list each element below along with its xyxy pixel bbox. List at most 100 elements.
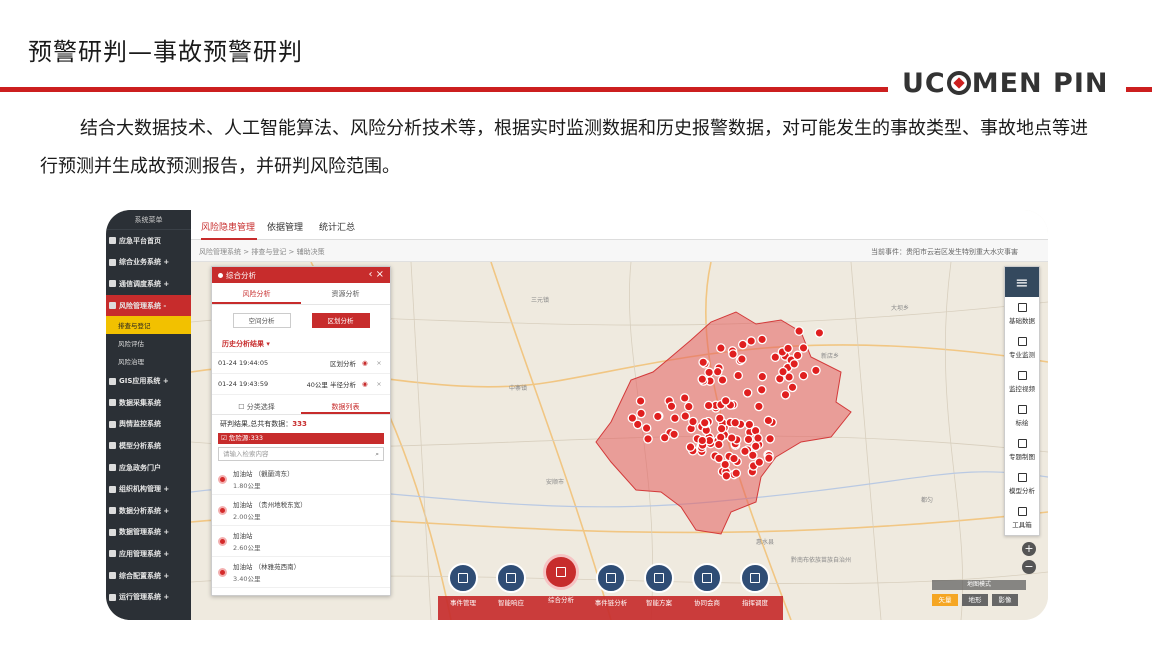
hazard-marker[interactable]	[783, 343, 793, 354]
submenu-risk-govern[interactable]: 风险治理	[106, 352, 191, 370]
hazard-marker[interactable]	[730, 417, 741, 428]
map-mode-imagery[interactable]: 影像	[992, 594, 1018, 606]
hazard-marker[interactable]	[814, 328, 825, 338]
menu-item-risk[interactable]: 风险管理系统 -	[106, 294, 191, 317]
risk-source-toggle[interactable]: ☑ 危险源:333	[218, 433, 384, 444]
hazard-marker[interactable]	[792, 350, 803, 361]
list-item[interactable]: 加油站 （贵州地税东宽） 2.00公里	[212, 495, 390, 526]
zoning-analysis-button[interactable]: 区划分析	[311, 313, 370, 328]
hazard-marker[interactable]	[680, 411, 691, 421]
submenu-risk-assess[interactable]: 风险评估	[106, 334, 191, 352]
hazard-marker[interactable]	[720, 459, 731, 470]
tab-statistics[interactable]: 统计汇总	[319, 220, 355, 233]
search-input[interactable]: 请输入检索内容 ⌕	[218, 447, 384, 461]
history-row[interactable]: 01-24 19:43:59 40公里 半径分析 ◉ ×	[212, 374, 390, 395]
zoom-in-button[interactable]: +	[1022, 542, 1036, 556]
hazard-marker[interactable]	[737, 354, 747, 364]
hazard-marker[interactable]	[798, 343, 809, 353]
hazard-marker[interactable]	[746, 336, 757, 346]
hazard-marker[interactable]	[744, 419, 755, 430]
menu-item-data-manage[interactable]: 数据管理系统 +	[106, 522, 191, 544]
tool-model-analysis[interactable]: 模型分析	[1005, 467, 1039, 501]
hazard-marker[interactable]	[666, 401, 677, 412]
hazard-marker[interactable]	[697, 435, 708, 446]
list-item[interactable]: 加油站 （林雅苑西南） 3.40公里	[212, 557, 390, 588]
hazard-marker[interactable]	[716, 343, 726, 353]
history-title[interactable]: 历史分析结果 ▾	[212, 336, 390, 353]
hazard-marker[interactable]	[787, 382, 798, 393]
hazard-marker[interactable]	[721, 471, 732, 481]
menu-item-business[interactable]: 综合业务系统 +	[106, 252, 191, 274]
search-icon[interactable]: ⌕	[375, 448, 379, 460]
hazard-marker[interactable]	[652, 411, 663, 422]
list-item[interactable]: 加油站 （觀蘭湾东） 1.80公里	[212, 464, 390, 495]
hazard-marker[interactable]	[753, 433, 763, 443]
dock-event-management[interactable]: 事件管理	[440, 563, 486, 607]
hazard-marker[interactable]	[712, 366, 723, 377]
hazard-marker[interactable]	[697, 374, 708, 385]
tab-risk-hazard[interactable]: 风险隐患管理	[201, 220, 255, 233]
tool-video[interactable]: 监控视频	[1005, 365, 1039, 399]
menu-item-gis[interactable]: GIS应用系统 +	[106, 370, 191, 392]
tool-basic-data[interactable]: 基础数据	[1005, 297, 1039, 331]
hazard-marker[interactable]	[780, 389, 791, 400]
hazard-marker[interactable]	[747, 450, 758, 461]
hazard-marker[interactable]	[750, 441, 761, 452]
hazard-marker[interactable]	[794, 326, 804, 336]
hazard-marker[interactable]	[737, 339, 748, 350]
hazard-marker[interactable]	[728, 349, 738, 359]
hazard-marker[interactable]	[670, 413, 680, 424]
hazard-marker[interactable]	[740, 446, 750, 457]
eye-icon[interactable]: ◉	[362, 380, 374, 388]
menu-item-model[interactable]: 模型分析系统	[106, 435, 191, 457]
hazard-marker[interactable]	[726, 433, 737, 443]
menu-item-config[interactable]: 综合配置系统 +	[106, 565, 191, 587]
tool-thematic-map[interactable]: 专题制图	[1005, 433, 1039, 467]
tab-risk-analysis[interactable]: 风险分析	[212, 283, 301, 304]
hazard-marker[interactable]	[704, 367, 714, 378]
dock-smart-plan[interactable]: 智能方案	[636, 563, 682, 607]
submenu-check-register[interactable]: 排查与登记	[106, 316, 191, 335]
hazard-marker[interactable]	[636, 408, 646, 419]
hazard-marker[interactable]	[699, 417, 710, 428]
hazard-marker[interactable]	[811, 365, 821, 376]
menu-item-collect[interactable]: 数据采集系统	[106, 392, 191, 414]
hazard-marker[interactable]	[641, 423, 652, 433]
menu-item-comm[interactable]: 通信调度系统 +	[106, 273, 191, 295]
hazard-marker[interactable]	[754, 457, 765, 468]
hazard-marker[interactable]	[643, 434, 653, 444]
delete-icon[interactable]: ×	[374, 359, 384, 367]
dock-smart-response[interactable]: 智能响应	[488, 563, 534, 607]
hazard-marker[interactable]	[754, 401, 764, 412]
menu-item-app-manage[interactable]: 应用管理系统 +	[106, 543, 191, 565]
hazard-marker[interactable]	[789, 359, 800, 369]
hazard-marker[interactable]	[743, 434, 754, 445]
history-row[interactable]: 01-24 19:44:05 区划分析 ◉ ×	[212, 353, 390, 374]
hazard-marker[interactable]	[720, 395, 731, 406]
dock-command-dispatch[interactable]: 指挥调度	[732, 563, 778, 607]
menu-item-ops[interactable]: 运行管理系统 +	[106, 586, 191, 608]
panel-close-icon[interactable]: ‹ ×	[368, 269, 384, 280]
tab-category-select[interactable]: ☐ 分类选择	[212, 399, 301, 414]
spatial-analysis-button[interactable]: 空间分析	[232, 313, 291, 328]
eye-icon[interactable]: ◉	[362, 359, 374, 367]
hazard-marker[interactable]	[764, 453, 774, 464]
hazard-marker[interactable]	[685, 442, 696, 452]
hazard-marker[interactable]	[669, 429, 679, 440]
dock-consultation[interactable]: 协同会商	[684, 563, 730, 607]
tab-resource-analysis[interactable]: 资源分析	[301, 283, 390, 304]
hazard-marker[interactable]	[716, 423, 727, 434]
tab-basis[interactable]: 依据管理	[267, 220, 303, 233]
hamburger-menu-icon[interactable]: ≡	[1005, 267, 1039, 297]
list-item[interactable]: 加油站 2.60公里	[212, 526, 390, 557]
dock-event-chain[interactable]: 事件链分析	[588, 563, 634, 607]
hazard-marker[interactable]	[733, 370, 744, 381]
zoom-out-button[interactable]: −	[1022, 560, 1036, 574]
menu-item-home[interactable]: 应急平台首页	[106, 230, 191, 252]
hazard-marker[interactable]	[717, 375, 728, 385]
hazard-marker[interactable]	[683, 401, 694, 412]
hazard-marker[interactable]	[765, 433, 775, 444]
hazard-marker[interactable]	[742, 387, 753, 398]
hazard-marker[interactable]	[729, 453, 739, 464]
hazard-marker[interactable]	[778, 366, 788, 377]
